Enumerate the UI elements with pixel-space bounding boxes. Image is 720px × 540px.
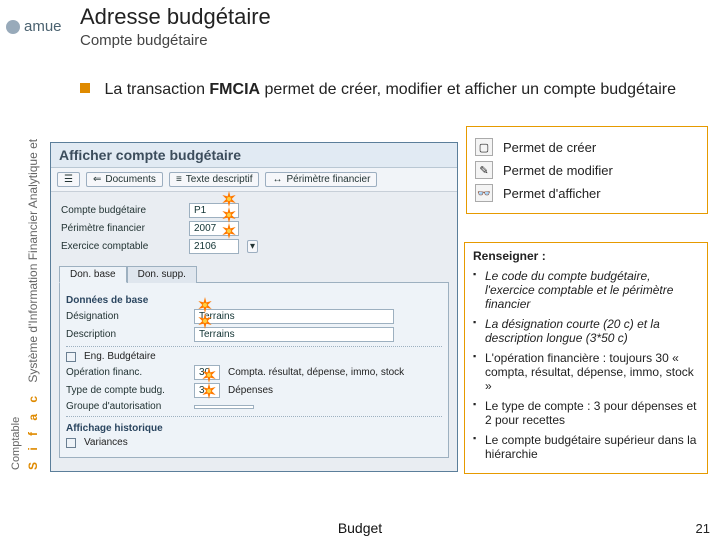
callout-text: Le compte budgétaire supérieur dans la h…: [485, 433, 696, 461]
field-label: Variances: [84, 437, 128, 448]
legend-label: Permet de modifier: [503, 163, 613, 178]
toolbar-button-text[interactable]: ≡ Texte descriptif: [169, 172, 260, 187]
legend-row-display: 👓 Permet d'afficher: [475, 184, 699, 202]
perimetre-input[interactable]: 2007: [189, 221, 239, 236]
legend-row-modify: ✎ Permet de modifier: [475, 161, 699, 179]
bullet-icon: [80, 83, 90, 93]
search-help-button[interactable]: ▾: [247, 240, 258, 253]
toolbar-button-documents[interactable]: ⇐ Documents: [86, 172, 163, 187]
edit-icon: ✎: [475, 161, 493, 179]
field-label: Eng. Budgétaire: [84, 351, 156, 362]
intro-code: FMCIA: [209, 81, 260, 98]
field-label: Compte budgétaire: [61, 205, 181, 216]
brand-logo: amue: [6, 18, 62, 35]
groupe-input[interactable]: [194, 405, 254, 409]
designation-input[interactable]: Terrains: [194, 309, 394, 324]
page-subtitle: Compte budgétaire: [80, 32, 208, 49]
sap-header-form: Compte budgétaire P1 Périmètre financier…: [51, 192, 457, 265]
callout-box: Renseigner : Le code du compte budgétair…: [464, 242, 708, 474]
intro-post: permet de créer, modifier et afficher un…: [265, 81, 676, 98]
text-icon: ≡: [176, 174, 182, 185]
toolbar-button-perimeter[interactable]: ↔ Périmètre financier: [265, 172, 377, 187]
variances-checkbox[interactable]: [66, 438, 76, 448]
sap-window: Afficher compte budgétaire ☰ ⇐ Documents…: [50, 142, 458, 472]
field-label: Désignation: [66, 311, 186, 322]
tab-don-base[interactable]: Don. base: [59, 266, 127, 283]
section-header: Données de base: [66, 295, 442, 306]
toolbar-label: Texte descriptif: [186, 174, 253, 185]
toolbar-label: Documents: [105, 174, 156, 185]
doc-icon: ⇐: [93, 174, 101, 185]
callout-item: La désignation courte (20 c) et la descr…: [473, 317, 699, 345]
callout-item: Le type de compte : 3 pour dépenses et 2…: [473, 399, 699, 427]
footer-center: Budget: [338, 520, 382, 536]
field-label: Type de compte budg.: [66, 385, 186, 396]
brand-name: amue: [24, 18, 62, 35]
logo-ball-icon: [6, 20, 20, 34]
field-label: Description: [66, 329, 186, 340]
sifac-expansion: Système d'Information Financier Analytiq…: [26, 139, 40, 383]
callout-text: Le type de compte : 3 pour dépenses et 2…: [485, 399, 696, 427]
sidebar-vertical: S i f a c Système d'Information Financie…: [26, 139, 40, 470]
callout-title: Renseigner :: [473, 249, 699, 263]
field-label: Exercice comptable: [61, 241, 181, 252]
operation-input[interactable]: 30: [194, 365, 220, 380]
callout-text: L'opération financière : toujours 30 « c…: [485, 351, 694, 393]
toolbar-button-nav[interactable]: ☰: [57, 172, 80, 187]
eng-checkbox[interactable]: [66, 352, 76, 362]
sap-title: Afficher compte budgétaire: [51, 143, 457, 168]
field-label: Périmètre financier: [61, 223, 181, 234]
operation-text: Compta. résultat, dépense, immo, stock: [228, 367, 404, 378]
legend-row-create: ▢ Permet de créer: [475, 138, 699, 156]
callout-item: Le compte budgétaire supérieur dans la h…: [473, 433, 699, 461]
intro-pre: La transaction: [104, 81, 209, 98]
page-number: 21: [696, 521, 710, 536]
callout-item: L'opération financière : toujours 30 « c…: [473, 351, 699, 393]
swap-icon: ↔: [272, 174, 282, 185]
tab-don-supp[interactable]: Don. supp.: [127, 266, 197, 283]
sap-tabbar: Don. base Don. supp.: [51, 265, 457, 282]
field-label: Opération financ.: [66, 367, 186, 378]
sap-panel: Données de base Désignation Terrains Des…: [59, 282, 449, 458]
legend-label: Permet d'afficher: [503, 186, 601, 201]
page-title: Adresse budgétaire: [80, 4, 271, 30]
exercice-input[interactable]: 2106: [189, 239, 239, 254]
description-input[interactable]: Terrains: [194, 327, 394, 342]
field-label: Groupe d'autorisation: [66, 401, 186, 412]
nav-icon: ☰: [64, 174, 73, 185]
intro-text: La transaction FMCIA permet de créer, mo…: [80, 80, 710, 100]
callout-item: Le code du compte budgétaire, l'exercice…: [473, 269, 699, 311]
sidebar-vertical-2: Comptable: [10, 417, 22, 470]
toolbar-label: Périmètre financier: [286, 174, 370, 185]
legend-label: Permet de créer: [503, 140, 596, 155]
sap-toolbar: ☰ ⇐ Documents ≡ Texte descriptif ↔ Périm…: [51, 168, 457, 192]
section-header: Affichage historique: [66, 423, 442, 434]
legend-box: ▢ Permet de créer ✎ Permet de modifier 👓…: [466, 126, 708, 214]
view-icon: 👓: [475, 184, 493, 202]
create-icon: ▢: [475, 138, 493, 156]
compte-input[interactable]: P1: [189, 203, 239, 218]
type-compte-text: Dépenses: [228, 385, 273, 396]
type-compte-input[interactable]: 3: [194, 383, 220, 398]
sifac-label: S i f a c: [26, 392, 40, 470]
